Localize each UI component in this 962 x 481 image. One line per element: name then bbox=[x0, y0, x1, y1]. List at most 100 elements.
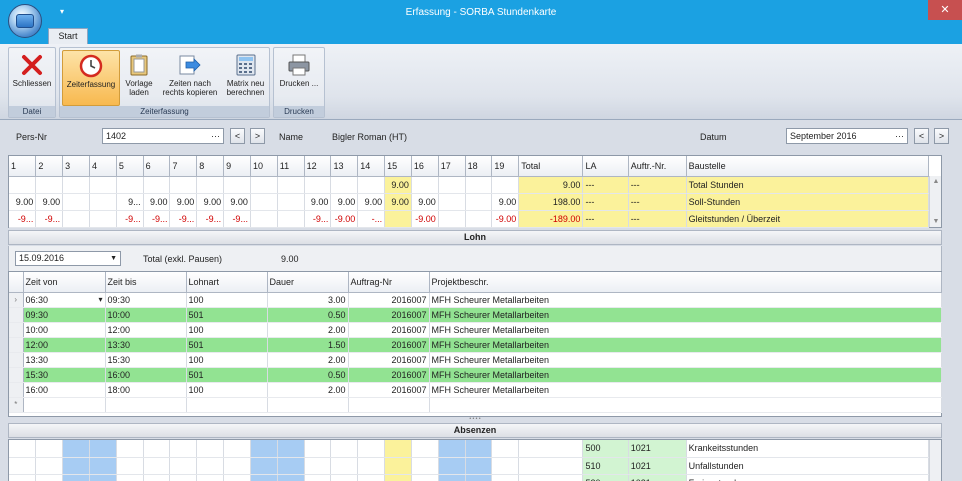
day-cell[interactable] bbox=[89, 210, 117, 228]
lohn-lohnart-cell[interactable]: 501 bbox=[186, 307, 268, 323]
absenz-day-cell[interactable] bbox=[277, 440, 305, 458]
datum-prev-button[interactable]: < bbox=[914, 128, 929, 144]
lohn-dauer-cell[interactable]: 2.00 bbox=[267, 322, 349, 338]
schliessen-button[interactable]: Schliessen bbox=[10, 50, 54, 106]
lohn-dauer-cell[interactable]: 2.00 bbox=[267, 382, 349, 398]
row-selector[interactable] bbox=[9, 352, 24, 368]
absenzen-row[interactable]: 510 1021 Unfallstunden bbox=[9, 457, 930, 475]
row-selector[interactable]: › bbox=[9, 292, 24, 308]
lohn-row[interactable]: 10:00 12:00 100 2.00 2016007 MFH Scheurer Met… bbox=[9, 322, 942, 338]
day-cell[interactable] bbox=[465, 176, 493, 194]
lohn-von-cell[interactable]: 06:30 ▾ bbox=[23, 292, 106, 308]
absenz-day-cell[interactable] bbox=[330, 474, 359, 481]
lohn-empty-cell[interactable] bbox=[429, 397, 942, 413]
day-cell[interactable]: 9.00 bbox=[357, 193, 386, 211]
absenz-day-cell[interactable] bbox=[169, 474, 198, 481]
day-cell[interactable] bbox=[438, 193, 466, 211]
day-cell[interactable] bbox=[89, 176, 117, 194]
lohn-dauer-cell[interactable]: 0.50 bbox=[267, 307, 349, 323]
lohn-bis-cell[interactable]: 10:00 bbox=[105, 307, 187, 323]
lohn-projekt-cell[interactable]: MFH Scheurer Metallarbeiten bbox=[429, 367, 942, 383]
day-cell[interactable]: 9.00 bbox=[384, 176, 412, 194]
row-selector[interactable] bbox=[9, 382, 24, 398]
lohn-bis-cell[interactable]: 13:30 bbox=[105, 337, 187, 353]
absenz-day-cell[interactable] bbox=[223, 457, 251, 475]
lohn-von-cell[interactable]: 15:30 bbox=[23, 367, 106, 383]
lohn-row[interactable]: › 06:30 ▾ 09:30 100 3.00 2016007 MFH Scheurer M… bbox=[9, 292, 942, 308]
day-cell[interactable]: -9... bbox=[9, 210, 37, 228]
day-column-header[interactable]: 10 bbox=[250, 156, 278, 177]
absenz-day-cell[interactable] bbox=[411, 440, 439, 458]
chevron-down-icon[interactable]: ▾ bbox=[98, 295, 102, 304]
day-cell[interactable]: 9.00 bbox=[196, 193, 225, 211]
lohn-dauer-cell[interactable]: 0.50 bbox=[267, 367, 349, 383]
absenz-day-cell[interactable] bbox=[304, 474, 332, 481]
absenz-day-cell[interactable] bbox=[250, 474, 278, 481]
absenz-day-cell[interactable] bbox=[465, 457, 493, 475]
day-cell[interactable] bbox=[277, 193, 305, 211]
absenz-day-cell[interactable] bbox=[465, 440, 493, 458]
row-selector[interactable] bbox=[9, 307, 24, 323]
day-cell[interactable]: -9.00 bbox=[491, 210, 520, 228]
absenz-day-cell[interactable] bbox=[62, 457, 90, 475]
days-row[interactable]: 9.00 9.00 --- --- Total Stunden bbox=[9, 176, 930, 194]
lohn-bis-cell[interactable]: 18:00 bbox=[105, 382, 187, 398]
day-column-header[interactable]: 17 bbox=[438, 156, 466, 177]
day-cell[interactable] bbox=[438, 210, 466, 228]
absenz-day-cell[interactable] bbox=[384, 474, 412, 481]
lohn-row[interactable]: 09:30 10:00 501 0.50 2016007 MFH Scheurer Met… bbox=[9, 307, 942, 323]
day-cell[interactable] bbox=[196, 176, 225, 194]
absenz-day-cell[interactable] bbox=[35, 440, 64, 458]
lohn-projekt-cell[interactable]: MFH Scheurer Metallarbeiten bbox=[429, 292, 942, 308]
lohn-auftrag-cell[interactable]: 2016007 bbox=[348, 292, 430, 308]
day-column-header[interactable]: 18 bbox=[465, 156, 493, 177]
absenzen-row[interactable]: 5201021Ferienstunden bbox=[9, 474, 930, 481]
zeiten-kopieren-button[interactable]: Zeiten nach rechts kopieren bbox=[158, 50, 222, 106]
absenz-day-cell[interactable] bbox=[304, 457, 332, 475]
absenz-day-cell[interactable] bbox=[438, 457, 466, 475]
day-cell[interactable] bbox=[277, 176, 305, 194]
absenz-day-cell[interactable] bbox=[143, 440, 171, 458]
lohn-auftrag-cell[interactable]: 2016007 bbox=[348, 337, 430, 353]
absenz-day-cell[interactable] bbox=[384, 440, 412, 458]
absenz-day-cell[interactable] bbox=[196, 457, 225, 475]
day-cell[interactable]: 9.00 bbox=[384, 193, 412, 211]
matrix-neu-berechnen-button[interactable]: Matrix neu berechnen bbox=[223, 50, 268, 106]
day-column-header[interactable]: 9 bbox=[223, 156, 251, 177]
lohn-auftrag-cell[interactable]: 2016007 bbox=[348, 382, 430, 398]
lohn-dauer-cell[interactable]: 2.00 bbox=[267, 352, 349, 368]
lohn-bis-cell[interactable]: 16:00 bbox=[105, 367, 187, 383]
lohn-projekt-cell[interactable]: MFH Scheurer Metallarbeiten bbox=[429, 352, 942, 368]
absenz-day-cell[interactable] bbox=[491, 457, 520, 475]
absenz-day-cell[interactable] bbox=[465, 474, 493, 481]
day-cell[interactable] bbox=[169, 176, 198, 194]
absenz-day-cell[interactable] bbox=[89, 457, 117, 475]
day-cell[interactable]: 9.00 bbox=[330, 193, 359, 211]
lohn-von-cell[interactable]: 16:00 bbox=[23, 382, 106, 398]
absenz-day-cell[interactable] bbox=[357, 440, 386, 458]
datum-input[interactable]: September 2016 ··· bbox=[786, 128, 908, 144]
absenz-day-cell[interactable] bbox=[357, 457, 386, 475]
lohn-lohnart-cell[interactable]: 100 bbox=[186, 322, 268, 338]
lohn-dauer-cell[interactable]: 1.50 bbox=[267, 337, 349, 353]
zeiterfassung-button[interactable]: Zeiterfassung bbox=[62, 50, 120, 106]
absenz-day-cell[interactable] bbox=[357, 474, 386, 481]
day-cell[interactable] bbox=[35, 176, 64, 194]
day-cell[interactable]: -9... bbox=[304, 210, 332, 228]
lohn-lohnart-cell[interactable]: 100 bbox=[186, 292, 268, 308]
days-row[interactable]: -9... -9... -9... -9... -9... -9... -9... -9...… bbox=[9, 210, 930, 228]
day-cell[interactable] bbox=[116, 176, 144, 194]
day-cell[interactable] bbox=[223, 176, 251, 194]
absenz-day-cell[interactable] bbox=[411, 474, 439, 481]
day-cell[interactable]: -9... bbox=[169, 210, 198, 228]
absenz-day-cell[interactable] bbox=[250, 457, 278, 475]
absenz-day-cell[interactable] bbox=[196, 474, 225, 481]
day-cell[interactable] bbox=[250, 176, 278, 194]
absenz-day-cell[interactable] bbox=[62, 440, 90, 458]
new-row-icon[interactable]: * bbox=[9, 397, 24, 413]
pers-nr-input[interactable]: 1402 ··· bbox=[102, 128, 224, 144]
day-cell[interactable]: 9.00 bbox=[491, 193, 520, 211]
days-row[interactable]: 9.00 9.00 9... 9.00 9.00 9.00 9.00 9.00 9.00 9.00… bbox=[9, 193, 930, 211]
day-cell[interactable]: 9.00 bbox=[9, 193, 37, 211]
absenz-day-cell[interactable] bbox=[9, 457, 37, 475]
